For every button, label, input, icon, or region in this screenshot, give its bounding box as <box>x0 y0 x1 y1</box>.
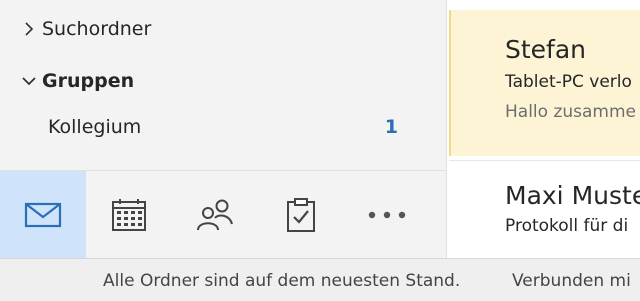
calendar-icon <box>112 198 146 231</box>
folder-label: Suchordner <box>42 18 152 40</box>
message-subject: Protokoll für di <box>505 216 629 236</box>
message-item-selected[interactable]: Stefan Tablet-PC verlo Hallo zusamme <box>449 10 640 156</box>
sync-status-text: Alle Ordner sind auf dem neuesten Stand. <box>103 271 461 291</box>
more-module-button[interactable] <box>344 171 430 258</box>
folder-label: Gruppen <box>42 70 135 92</box>
chevron-right-icon[interactable] <box>20 20 38 38</box>
unread-count-badge: 1 <box>384 116 398 138</box>
status-bar: Alle Ordner sind auf dem neuesten Stand.… <box>0 258 640 301</box>
calendar-module-button[interactable] <box>86 171 172 258</box>
message-preview: Hallo zusamme <box>505 102 637 122</box>
message-list: Stefan Tablet-PC verlo Hallo zusamme Max… <box>449 0 640 258</box>
people-module-button[interactable] <box>172 171 258 258</box>
tasks-module-button[interactable] <box>258 171 344 258</box>
mail-module-button[interactable] <box>0 171 86 258</box>
list-header-gap <box>449 0 640 10</box>
folder-suchordner[interactable]: Suchordner <box>0 7 446 51</box>
more-icon <box>368 211 406 218</box>
folder-label: Kollegium <box>48 116 142 138</box>
folder-pane: Suchordner Gruppen Kollegium 1 <box>0 0 447 258</box>
module-switcher <box>0 170 447 258</box>
folder-kollegium[interactable]: Kollegium 1 <box>0 105 446 149</box>
people-icon <box>197 199 233 230</box>
message-sender: Maxi Muste <box>505 181 640 210</box>
folder-gruppen[interactable]: Gruppen <box>0 59 446 103</box>
message-item[interactable]: Maxi Muste Protokoll für di <box>449 160 640 258</box>
message-subject: Tablet-PC verlo <box>505 72 632 92</box>
mail-icon <box>24 202 62 227</box>
chevron-down-icon[interactable] <box>20 72 38 90</box>
connection-status-text: Verbunden mi <box>512 271 631 291</box>
tasks-icon <box>287 197 315 232</box>
message-sender: Stefan <box>505 35 587 64</box>
